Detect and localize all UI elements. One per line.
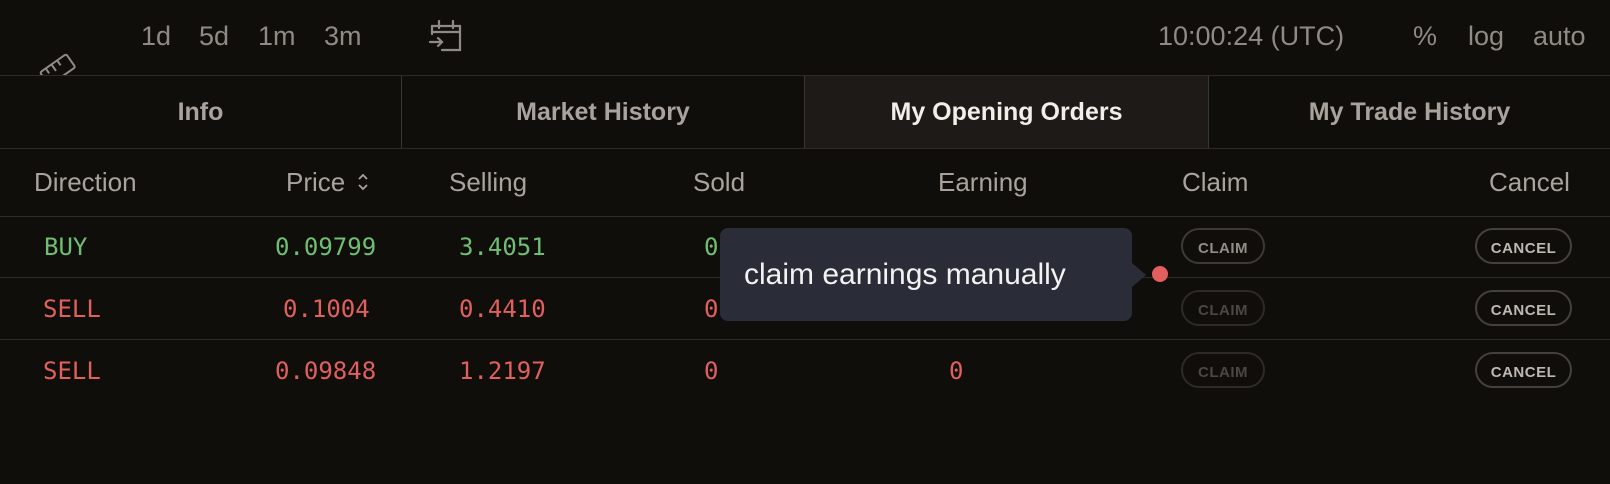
order-price: 0.09848	[275, 357, 377, 385]
utc-time: 10:00:24 (UTC)	[1158, 21, 1345, 51]
order-sold: 0	[704, 295, 719, 323]
tab-my-trade-history[interactable]: My Trade History	[1209, 76, 1610, 148]
column-price[interactable]: Price	[286, 149, 370, 216]
orders-table-header: Direction Price Selling Sold Earning Cla…	[0, 149, 1610, 217]
range-5d[interactable]: 5d	[199, 18, 229, 54]
tab-my-opening-orders[interactable]: My Opening Orders	[805, 76, 1208, 148]
cancel-button[interactable]: CANCEL	[1475, 228, 1572, 264]
claim-button[interactable]: CLAIM	[1181, 228, 1265, 264]
order-direction: BUY	[44, 233, 88, 261]
claim-tooltip: claim earnings manually	[720, 228, 1132, 321]
order-price: 0.1004	[283, 295, 370, 323]
order-sold: 0	[704, 357, 719, 385]
tab-market-history[interactable]: Market History	[402, 76, 804, 148]
indicator-dot	[1152, 266, 1168, 282]
order-price: 0.09799	[275, 233, 377, 261]
column-sold: Sold	[693, 167, 746, 197]
ruler-icon[interactable]	[38, 50, 78, 75]
claim-button[interactable]: CLAIM	[1181, 290, 1265, 326]
table-row: SELL 0.09848 1.2197 0 0 CLAIM CANCEL	[0, 341, 1610, 401]
column-earning: Earning	[938, 167, 1028, 197]
chart-toolbar: 1d 5d 1m 3m 10:00:24 (UTC) % log auto	[0, 0, 1610, 76]
range-1m[interactable]: 1m	[258, 18, 296, 54]
order-selling: 1.2197	[459, 357, 546, 385]
sort-icon[interactable]	[356, 171, 370, 193]
order-selling: 3.4051	[459, 233, 546, 261]
tab-bar: Info Market History My Opening Orders My…	[0, 76, 1610, 149]
order-direction: SELL	[43, 295, 101, 323]
column-claim: Claim	[1182, 167, 1249, 197]
column-price-label: Price	[286, 167, 346, 197]
cancel-button[interactable]: CANCEL	[1475, 352, 1572, 388]
claim-button[interactable]: CLAIM	[1181, 352, 1265, 388]
auto-toggle[interactable]: auto	[1533, 18, 1586, 54]
cancel-button[interactable]: CANCEL	[1475, 290, 1572, 326]
calendar-range-icon[interactable]	[428, 18, 464, 54]
range-3m[interactable]: 3m	[324, 18, 362, 54]
percent-toggle[interactable]: %	[1413, 18, 1437, 54]
order-earning: 0	[949, 357, 964, 385]
column-selling: Selling	[449, 167, 528, 197]
order-selling: 0.4410	[459, 295, 546, 323]
order-direction: SELL	[43, 357, 101, 385]
column-cancel: Cancel	[1489, 167, 1570, 197]
range-1d[interactable]: 1d	[141, 18, 171, 54]
tab-info[interactable]: Info	[0, 76, 401, 148]
log-toggle[interactable]: log	[1468, 18, 1504, 54]
tooltip-arrow	[1132, 263, 1146, 287]
column-direction: Direction	[34, 167, 137, 197]
